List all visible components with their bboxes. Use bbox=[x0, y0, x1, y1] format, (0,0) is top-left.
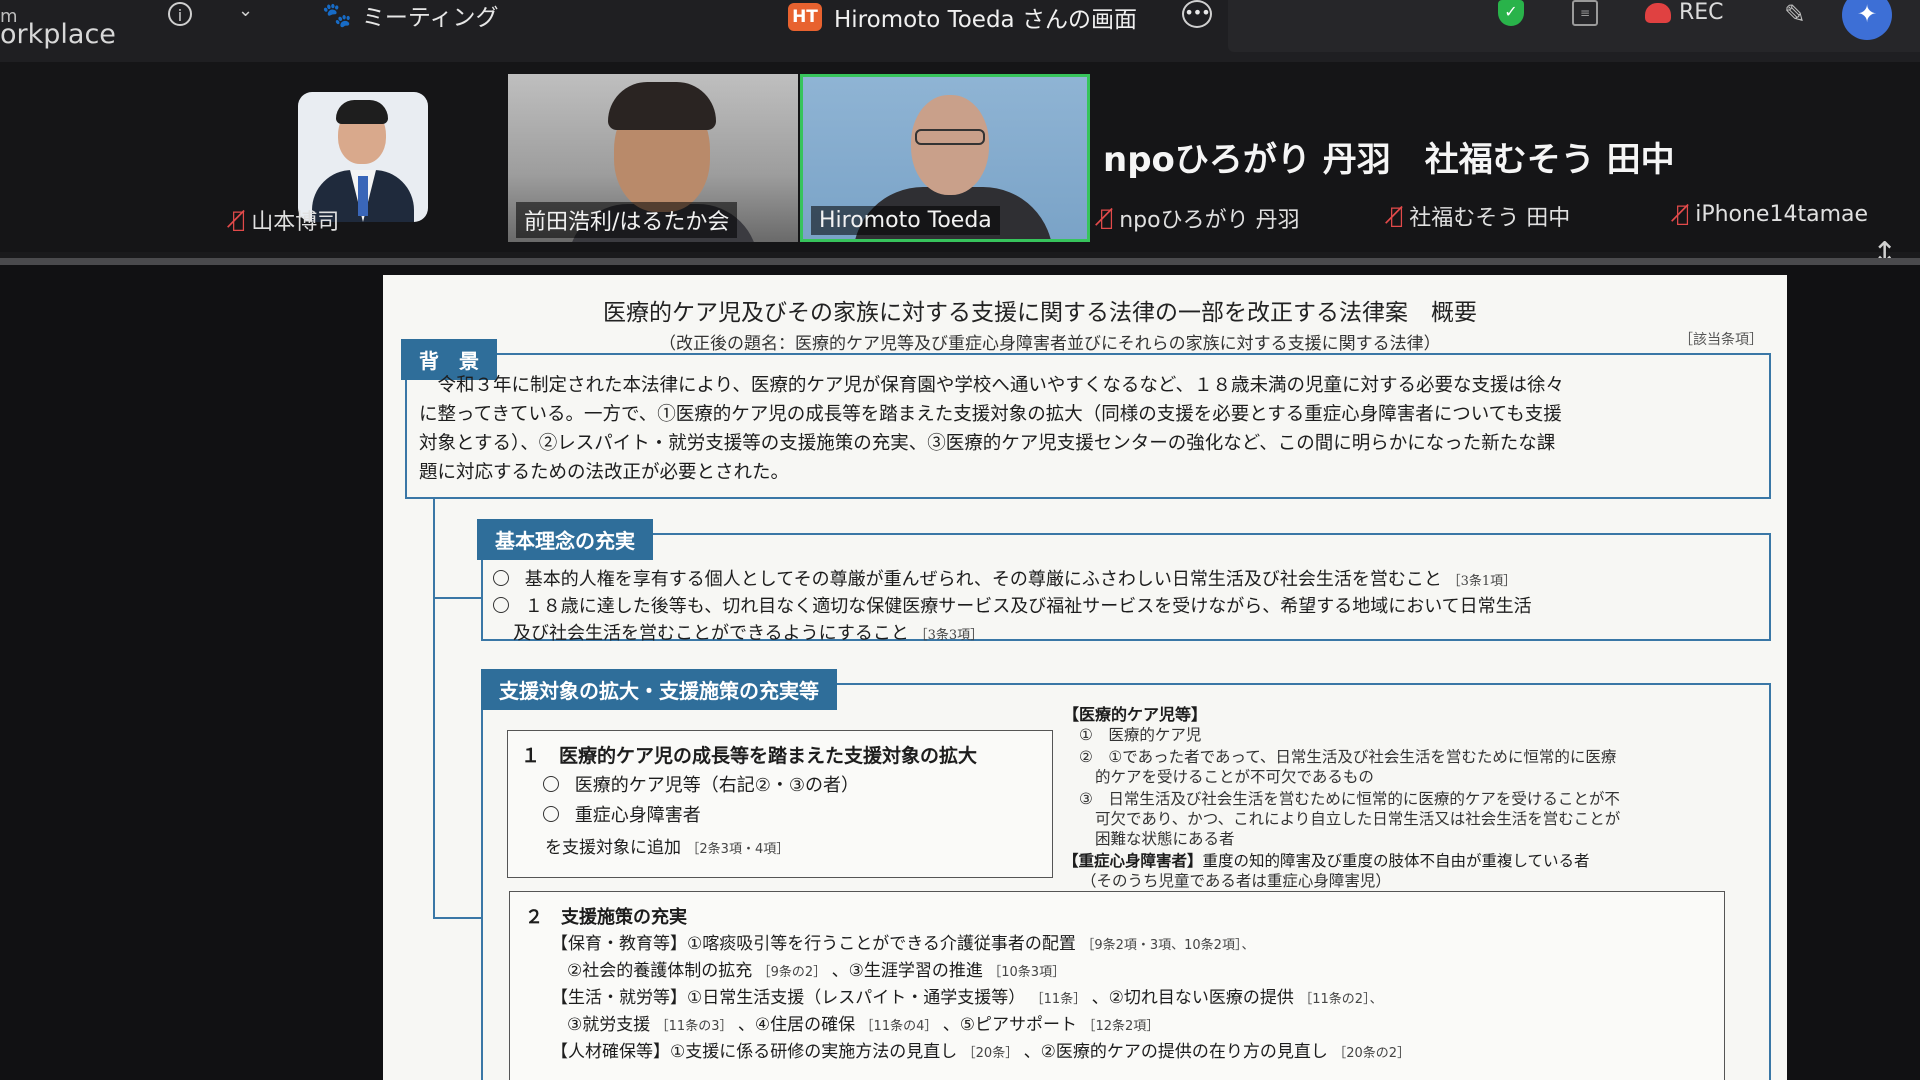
record-button[interactable]: REC bbox=[1645, 0, 1724, 25]
support-item-1-title: １ 医療的ケア児の成長等を踏まえた支援対象の拡大 bbox=[521, 745, 978, 767]
connector-line bbox=[433, 597, 481, 599]
document-subtitle: （改正後の題名：医療的ケア児等及び重症心身障害者並びにそれらの家族に対する支援に… bbox=[659, 334, 1441, 354]
bullet-circle-icon bbox=[543, 776, 559, 792]
bullet-circle-icon bbox=[493, 570, 509, 586]
shared-screen-area: 医療的ケア児及びその家族に対する支援に関する法律の一部を改正する法律案 概要 （… bbox=[0, 265, 1920, 1080]
annotate-pen-icon[interactable]: ✎ bbox=[1784, 0, 1806, 30]
document-icon[interactable]: ≡ bbox=[1572, 0, 1598, 26]
support-item-2-line-4: ③就労支援 ［11条の3］ 、④住居の確保 ［11条の4］ 、⑤ピアサポート ［… bbox=[567, 1015, 1160, 1035]
participant-name-3: Hiromoto Toeda bbox=[811, 206, 1000, 235]
paw-icon: 🐾 bbox=[322, 1, 352, 29]
support-item-2-line-2: ②社会的養護体制の拡充 ［9条の2］ 、③生涯学習の推進 ［10条3項］ bbox=[567, 961, 1066, 981]
meeting-label: ミーティング bbox=[361, 5, 499, 31]
document-title: 医療的ケア児及びその家族に対する支援に関する法律の一部を改正する法律案 概要 bbox=[603, 300, 1477, 326]
background-text: 令和３年に制定された本法律により、医療的ケア児が保育園や学校へ通いやすくなるなど… bbox=[419, 375, 1564, 483]
support-heading: 支援対象の拡大・支援施策の充実等 bbox=[481, 669, 837, 710]
participant-video-3-active-speaker[interactable]: Hiromoto Toeda bbox=[800, 74, 1090, 242]
support-item-1-bullet-1: 医療的ケア児等（右記②・③の者） bbox=[543, 771, 859, 797]
strip-divider[interactable] bbox=[0, 258, 1920, 265]
mic-muted-icon: 🎙̸ bbox=[1390, 203, 1404, 229]
definition-heading: 【医療的ケア児等】 bbox=[1063, 705, 1208, 724]
screen-share-indicator[interactable]: HT Hiromoto Toeda さんの画面 bbox=[788, 0, 1137, 34]
participant-name-6[interactable]: 🎙̸ iPhone14tamae bbox=[1676, 202, 1868, 227]
mic-muted-icon: 🎙̸ bbox=[1676, 202, 1690, 227]
support-item-2-line-1: 【保育・教育等】①喀痰吸引等を行うことができる介護従事者の配置 ［9条2項・3項… bbox=[551, 934, 1255, 954]
definition-2b: 的ケアを受けることが不可欠であるもの bbox=[1095, 768, 1374, 786]
participant-strip: 🎙̸ 山本博司 前田浩利/はるたか会 Hiromoto Toeda npoひろが… bbox=[0, 62, 1920, 252]
basic-principle-heading: 基本理念の充実 bbox=[477, 519, 653, 560]
more-options-icon[interactable]: ••• bbox=[1182, 0, 1212, 28]
basic-principle-item-1: 基本的人権を享有する個人としてその尊厳が重んぜられ、その尊厳にふさわしい日常生活… bbox=[493, 565, 1516, 591]
participant-avatar[interactable] bbox=[298, 92, 428, 222]
participant-name-4[interactable]: 🎙̸ npoひろがり 丹羽 bbox=[1100, 202, 1300, 234]
chevron-down-icon[interactable]: ⌄ bbox=[238, 0, 253, 21]
support-item-1-bullet-2: 重症心身障害者 bbox=[543, 801, 701, 827]
shared-document: 医療的ケア児及びその家族に対する支援に関する法律の一部を改正する法律案 概要 （… bbox=[383, 275, 1787, 1080]
record-label: REC bbox=[1679, 0, 1724, 25]
mic-muted-icon: 🎙̸ bbox=[232, 207, 246, 233]
participant-caption-large: npoひろがり 丹羽 社福むそう 田中 bbox=[1103, 140, 1675, 180]
mic-muted-icon: 🎙̸ bbox=[1100, 205, 1114, 231]
connector-line bbox=[433, 917, 481, 919]
sharer-initials-badge: HT bbox=[788, 3, 822, 31]
clause-reference-label: ［該当条項］ bbox=[1679, 332, 1763, 348]
participant-name-1: 🎙̸ 山本博司 bbox=[232, 207, 340, 236]
shield-check-icon[interactable]: ✓ bbox=[1498, 0, 1524, 26]
participant-video-2[interactable]: 前田浩利/はるたか会 bbox=[508, 74, 798, 242]
basic-principle-item-2-cont: 及び社会生活を営むことができるようにすること ［3条3項］ bbox=[513, 623, 984, 644]
participant-name-5[interactable]: 🎙̸ 社福むそう 田中 bbox=[1390, 200, 1570, 232]
definition-3a: ③ 日常生活及び社会生活を営むために恒常的に医療的ケアを受けることが不 bbox=[1079, 790, 1620, 808]
support-item-2-title: ２ 支援施策の充実 bbox=[525, 907, 687, 928]
support-item-1-add: を支援対象に追加 ［2条3項・4項］ bbox=[545, 838, 790, 858]
bullet-circle-icon bbox=[493, 597, 509, 613]
cloud-record-icon bbox=[1645, 2, 1671, 23]
connector-line bbox=[433, 499, 435, 919]
definition-3c: 困難な状態にある者 bbox=[1095, 830, 1235, 848]
info-icon[interactable]: i bbox=[168, 2, 192, 26]
support-item-2-line-5: 【人材確保等】①支援に係る研修の実施方法の見直し ［20条］ 、②医療的ケアの提… bbox=[551, 1042, 1411, 1062]
definition-1: ① 医療的ケア児 bbox=[1079, 726, 1202, 744]
definition-3b: 可欠であり、かつ、これにより自立した日常生活又は社会生活を営むことが bbox=[1095, 810, 1621, 828]
top-toolbar: m orkplace i ⌄ 🐾 ミーティング HT Hiromoto Toed… bbox=[0, 0, 1920, 62]
app-title: m orkplace bbox=[0, 6, 116, 50]
definition-2a: ② ①であった者であって、日常生活及び社会生活を営むために恒常的に医療 bbox=[1079, 748, 1617, 766]
definition-severe-note: （そのうち児童である者は重症心身障害児） bbox=[1081, 872, 1391, 890]
participant-name-2: 前田浩利/はるたか会 bbox=[516, 202, 738, 238]
app-title-top: m bbox=[0, 6, 18, 27]
meeting-button[interactable]: 🐾 ミーティング bbox=[322, 0, 499, 31]
support-item-2-line-3: 【生活・就労等】①日常生活支援（レスパイト・通学支援等） ［11条］ 、②切れ目… bbox=[551, 988, 1383, 1008]
bullet-circle-icon bbox=[543, 806, 559, 822]
screen-share-label: Hiromoto Toeda さんの画面 bbox=[834, 7, 1137, 33]
basic-principle-item-2: １８歳に達した後等も、切れ目なく適切な保健医療サービス及び福祉サービスを受けなが… bbox=[493, 592, 1532, 618]
definition-severe: 【重症心身障害者】重度の知的障害及び重度の肢体不自由が重複している者 bbox=[1063, 852, 1590, 870]
